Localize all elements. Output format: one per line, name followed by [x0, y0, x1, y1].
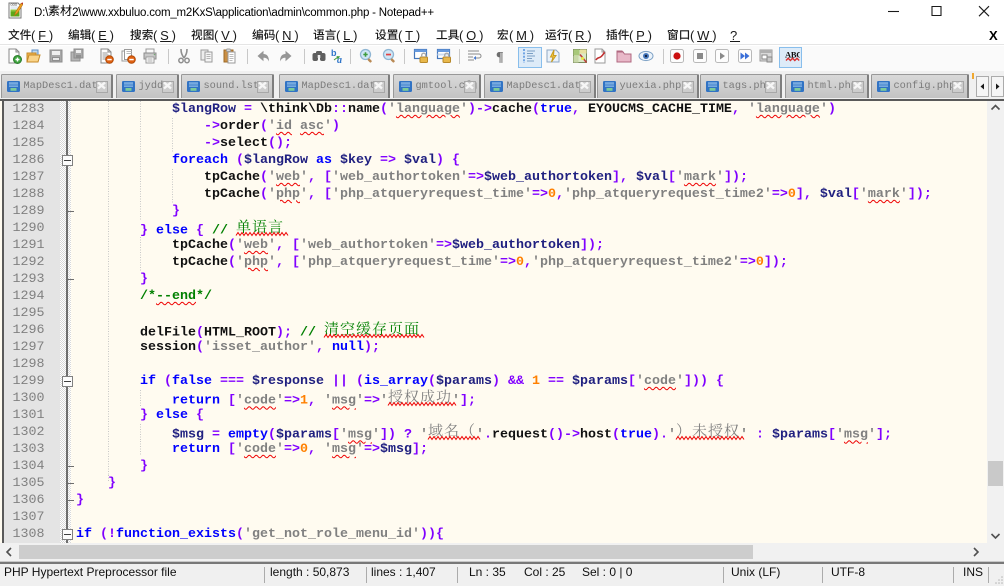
- svg-text:¶: ¶: [496, 50, 504, 64]
